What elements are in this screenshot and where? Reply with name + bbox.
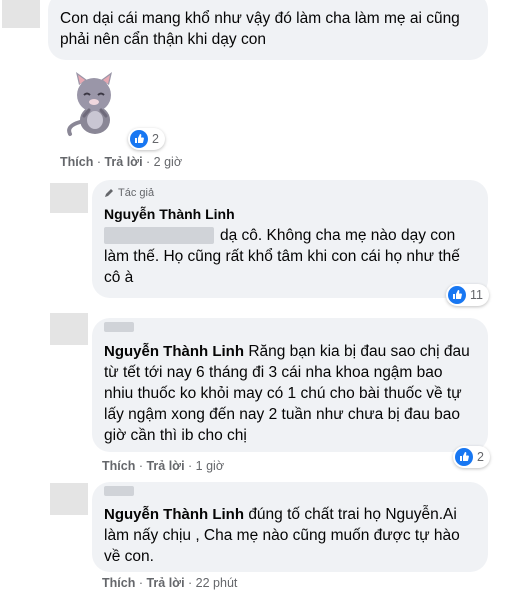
avatar[interactable] — [50, 183, 88, 213]
reply-bubble: Nguyễn Thành Linh Răng bạn kia bị đau sa… — [92, 318, 488, 452]
comment-text: Con dại cái mang khổ như vậy đó làm cha … — [60, 10, 460, 48]
author-name[interactable]: Nguyễn Thành Linh — [104, 506, 244, 523]
reaction-count[interactable]: 2 — [128, 128, 165, 150]
tagged-name-redacted — [104, 322, 134, 332]
reply-button[interactable]: Trả lời — [104, 155, 142, 169]
reply-actions: Thích · Trả lời · 22 phút — [102, 576, 238, 590]
like-button[interactable]: Thích — [102, 576, 135, 590]
reply-button[interactable]: Trả lời — [146, 576, 184, 590]
thumbs-up-icon — [130, 130, 148, 148]
reply-button[interactable]: Trả lời — [146, 459, 184, 473]
author-name[interactable]: Nguyễn Thành Linh — [104, 343, 244, 360]
avatar[interactable] — [50, 313, 88, 345]
like-button[interactable]: Thích — [102, 459, 135, 473]
reply-bubble: Nguyễn Thành Linh đúng tố chất trai họ N… — [92, 482, 488, 572]
pen-icon — [105, 189, 113, 197]
thumbs-up-icon — [448, 286, 466, 304]
reply-text: dạ cô. Không cha mẹ nào dạy con làm thế.… — [104, 227, 460, 286]
avatar[interactable] — [2, 0, 40, 28]
reply-text: Nguyễn Thành Linh đúng tố chất trai họ N… — [104, 506, 460, 565]
tagged-name-redacted — [104, 486, 134, 496]
reply-text: Nguyễn Thành Linh Răng bạn kia bị đau sa… — [104, 343, 470, 444]
timestamp[interactable]: 22 phút — [196, 576, 238, 590]
author-name[interactable]: Nguyễn Thành Linh — [104, 206, 476, 222]
reaction-count[interactable]: 2 — [453, 446, 490, 468]
reply-actions: Thích · Trả lời · 1 giờ — [102, 459, 225, 473]
comment-actions: Thích · Trả lời · 2 giờ — [60, 155, 183, 169]
comment-bubble: Con dại cái mang khổ như vậy đó làm cha … — [48, 0, 488, 60]
thumbs-up-icon — [455, 448, 473, 466]
gray-cat-sticker-icon — [62, 70, 122, 138]
reaction-count[interactable]: 11 — [446, 284, 489, 306]
author-badge: Tác giả — [104, 187, 476, 199]
like-button[interactable]: Thích — [60, 155, 93, 169]
timestamp[interactable]: 2 giờ — [154, 155, 182, 169]
timestamp[interactable]: 1 giờ — [196, 459, 224, 473]
avatar[interactable] — [50, 483, 88, 515]
tagged-name-redacted — [104, 227, 214, 245]
reply-bubble: Tác giả Nguyễn Thành Linh dạ cô. Không c… — [92, 180, 488, 298]
